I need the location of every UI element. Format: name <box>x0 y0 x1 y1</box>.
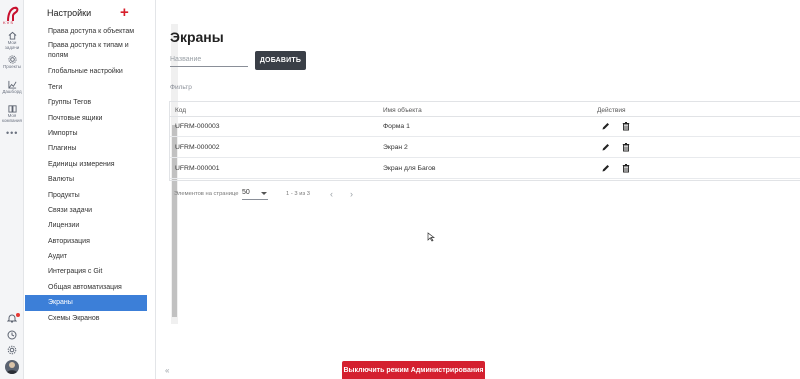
delete-icon[interactable] <box>621 142 631 152</box>
add-icon[interactable]: + <box>120 5 129 20</box>
add-button[interactable]: ДОБАВИТЬ <box>255 51 306 70</box>
sidebar-item[interactable]: Права доступа к типам и полям <box>25 39 147 64</box>
more-icon[interactable]: ••• <box>6 128 18 138</box>
rail-label: Дашборд <box>2 89 22 94</box>
edit-icon[interactable] <box>601 121 611 131</box>
chevron-down-icon <box>261 192 267 195</box>
sidebar-item[interactable]: Лицензии <box>25 218 147 233</box>
home-icon <box>8 31 16 40</box>
rail-item-my-tasks[interactable]: Мои задачи <box>0 31 24 50</box>
history-button[interactable] <box>0 330 24 340</box>
sidebar-item[interactable]: Интеграция с Git <box>25 264 147 279</box>
screens-table: Код Имя объекта Действия UFRM-000003 Форм… <box>169 101 800 181</box>
row-name[interactable]: Экран 2 <box>383 144 408 151</box>
disable-admin-mode-button[interactable]: Выключить режим Администрирования <box>342 361 485 379</box>
row-code: UFRM-000001 <box>175 165 220 172</box>
column-header-code[interactable]: Код <box>175 107 186 114</box>
column-header-actions: Действия <box>597 107 626 114</box>
row-name[interactable]: Форма 1 <box>383 123 410 130</box>
row-name[interactable]: Экран для Багов <box>383 165 436 172</box>
rail-item-projects[interactable]: Проекты <box>0 55 24 69</box>
settings-sidebar: Настройки + Права доступа к объектам Прав… <box>25 0 178 379</box>
page-title: Экраны <box>170 29 224 45</box>
table-row[interactable]: UFRM-000001 Экран для Багов <box>170 159 800 179</box>
per-page-select[interactable]: 50 <box>242 189 268 200</box>
sidebar-item[interactable]: Теги <box>25 80 147 95</box>
history-icon <box>7 330 17 340</box>
sidebar-item[interactable]: Общая автоматизация <box>25 280 147 295</box>
column-header-name[interactable]: Имя объекта <box>383 107 422 114</box>
cursor-icon <box>427 232 435 242</box>
edit-icon[interactable] <box>601 142 611 152</box>
prev-page-button[interactable]: ‹ <box>330 189 333 199</box>
gear-icon <box>7 55 17 64</box>
sidebar-list: Права доступа к объектам Права доступа к … <box>25 24 147 326</box>
book-icon <box>7 105 17 113</box>
sidebar-item[interactable]: Авторизация <box>25 234 147 249</box>
sidebar-item[interactable]: Глобальные настройки <box>25 64 147 79</box>
notifications-button[interactable] <box>0 313 24 323</box>
sidebar-item[interactable]: Экраны <box>25 295 147 311</box>
table-row[interactable]: UFRM-000002 Экран 2 <box>170 138 800 158</box>
name-input[interactable] <box>170 53 248 67</box>
filter-label[interactable]: Фильтр <box>170 84 192 91</box>
rail-label: Проекты <box>2 64 22 69</box>
avatar[interactable] <box>5 360 19 374</box>
row-code: UFRM-000002 <box>175 144 220 151</box>
table-row[interactable]: UFRM-000003 Форма 1 <box>170 117 800 137</box>
per-page-label: Элементов на странице <box>174 191 239 197</box>
delete-icon[interactable] <box>621 163 631 173</box>
sidebar-item[interactable]: Почтовые ящики <box>25 111 147 126</box>
settings-icon <box>7 345 17 355</box>
notification-badge <box>16 313 20 317</box>
sidebar-item[interactable]: Плагины <box>25 141 147 156</box>
sidebar-item[interactable]: Аудит <box>25 249 147 264</box>
main-content: Экраны ДОБАВИТЬ Фильтр Код Имя объекта Д… <box>156 0 800 379</box>
left-rail: KVS Мои задачи Проекты Дашборд Моя компа… <box>0 0 24 379</box>
rail-item-company[interactable]: Моя компания <box>0 104 24 123</box>
rail-item-dashboard[interactable]: Дашборд <box>0 80 24 94</box>
page-range: 1 - 3 из 3 <box>286 191 310 197</box>
sidebar-item[interactable]: Связи задачи <box>25 203 147 218</box>
sidebar-item[interactable]: Продукты <box>25 188 147 203</box>
settings-button[interactable] <box>0 345 24 355</box>
edit-icon[interactable] <box>601 163 611 173</box>
sidebar-title: Настройки <box>47 8 92 18</box>
rail-label: Мои задачи <box>4 40 20 50</box>
chart-icon <box>7 80 16 89</box>
delete-icon[interactable] <box>621 121 631 131</box>
row-code: UFRM-000003 <box>175 123 220 130</box>
rail-label: Моя компания <box>2 113 22 123</box>
sidebar-item[interactable]: Схемы Экранов <box>25 311 147 326</box>
logo-text: KVS <box>3 20 15 25</box>
sidebar-item[interactable]: Права доступа к объектам <box>25 24 147 39</box>
sidebar-item[interactable]: Единицы измерения <box>25 157 147 172</box>
sidebar-item[interactable]: Валюты <box>25 172 147 187</box>
next-page-button[interactable]: › <box>350 189 353 199</box>
per-page-value: 50 <box>242 189 250 196</box>
sidebar-item[interactable]: Группы Тегов <box>25 95 147 110</box>
sidebar-item[interactable]: Импорты <box>25 126 147 141</box>
